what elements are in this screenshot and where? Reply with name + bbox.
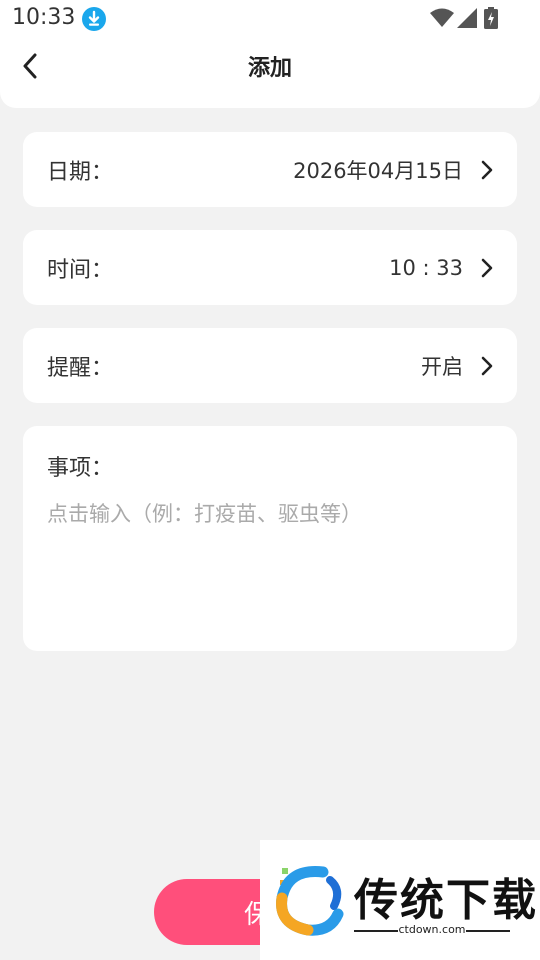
date-row[interactable]: 日期： 2026年04月15日	[23, 132, 517, 207]
page-title: 添加	[247, 56, 292, 81]
status-time: 10:33	[12, 5, 76, 30]
chevron-right-icon	[481, 160, 493, 179]
signal-icon	[457, 8, 477, 28]
status-bar: 10:33	[0, 0, 540, 38]
notes-label: 事项：	[47, 456, 114, 481]
date-value: 2026年04月15日	[293, 158, 463, 183]
watermark-divider	[466, 930, 510, 932]
time-value: 10 : 33	[389, 255, 463, 280]
reminder-label: 提醒：	[47, 355, 114, 381]
battery-icon	[484, 7, 498, 29]
chevron-right-icon	[481, 258, 493, 277]
notes-card: 事项：	[23, 426, 517, 651]
notes-input[interactable]	[47, 502, 493, 526]
date-label: 日期：	[47, 159, 114, 185]
watermark-divider	[354, 930, 398, 932]
download-icon	[82, 7, 106, 31]
top-panel: 10:33 添加	[0, 0, 540, 108]
watermark-title: 传统下载	[354, 875, 538, 926]
watermark-logo-icon	[276, 866, 344, 936]
reminder-row[interactable]: 提醒： 开启	[23, 328, 517, 403]
wifi-icon	[430, 8, 454, 27]
time-row[interactable]: 时间： 10 : 33	[23, 230, 517, 305]
chevron-right-icon	[481, 356, 493, 375]
reminder-value: 开启	[421, 354, 463, 379]
watermark: 传统下载 ctdown.com	[260, 840, 540, 960]
time-label: 时间：	[47, 257, 114, 283]
watermark-domain: ctdown.com	[398, 923, 466, 936]
nav-bar: 添加	[0, 40, 540, 92]
